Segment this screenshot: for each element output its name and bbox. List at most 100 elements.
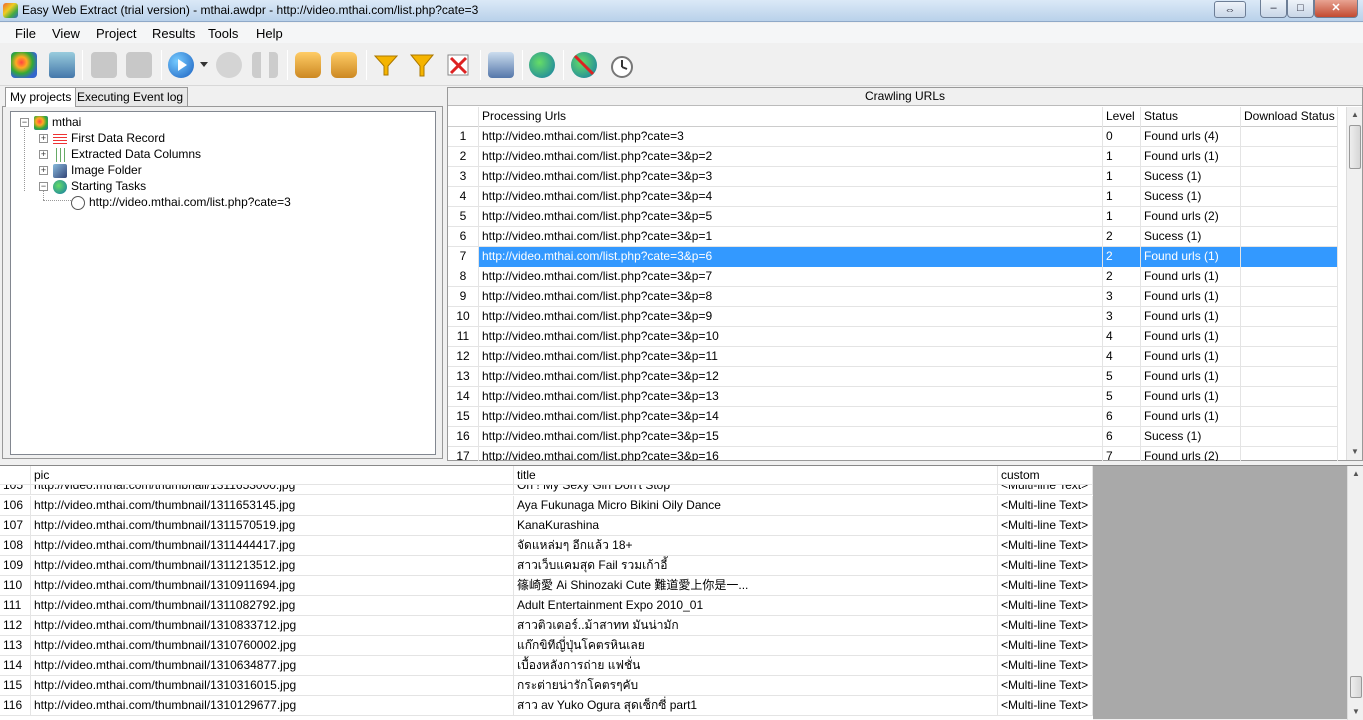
tree-node-task-url[interactable]: http://video.mthai.com/list.php?cate=3 — [71, 194, 291, 210]
collapse-toggle[interactable]: − — [20, 118, 29, 127]
crawl-row[interactable]: 10 http://video.mthai.com/list.php?cate=3… — [448, 307, 1338, 327]
cell-pic[interactable]: http://video.mthai.com/thumbnail/1311082… — [31, 596, 514, 615]
cell-level[interactable]: 1 — [1103, 147, 1141, 167]
cell-url[interactable]: http://video.mthai.com/list.php?cate=3&p… — [479, 307, 1103, 327]
cell-level[interactable]: 4 — [1103, 327, 1141, 347]
scroll-up-arrow[interactable]: ▲ — [1348, 466, 1363, 482]
row-number[interactable]: 114 — [0, 656, 31, 675]
column-header-processing-urls[interactable]: Processing Urls — [479, 107, 1103, 127]
stop-icon[interactable] — [214, 49, 244, 81]
cell-download-status[interactable] — [1241, 267, 1338, 287]
new-project-icon[interactable] — [9, 49, 39, 81]
cell-status[interactable]: Found urls (1) — [1141, 147, 1241, 167]
menu-project[interactable]: Project — [96, 26, 136, 41]
result-row[interactable]: 113 http://video.mthai.com/thumbnail/1310… — [0, 636, 1093, 656]
cell-url[interactable]: http://video.mthai.com/list.php?cate=3&p… — [479, 387, 1103, 407]
cell-level[interactable]: 2 — [1103, 247, 1141, 267]
row-number[interactable]: 6 — [448, 227, 479, 247]
cell-level[interactable]: 5 — [1103, 387, 1141, 407]
cell-level[interactable]: 1 — [1103, 167, 1141, 187]
tree-node-image-folder[interactable]: Image Folder — [53, 162, 142, 178]
cell-download-status[interactable] — [1241, 227, 1338, 247]
cell-download-status[interactable] — [1241, 287, 1338, 307]
tree-node-extracted-data-columns[interactable]: Extracted Data Columns — [53, 146, 201, 162]
cell-status[interactable]: Found urls (1) — [1141, 247, 1241, 267]
crawl-row[interactable]: 1 http://video.mthai.com/list.php?cate=3 0… — [448, 127, 1338, 147]
row-number[interactable]: 108 — [0, 536, 31, 555]
schedule-icon[interactable] — [605, 49, 635, 81]
cell-title[interactable]: แก๊กขิทีญี่ปุ่นโคตรหินเลย — [514, 636, 998, 655]
crawl-row[interactable]: 15 http://video.mthai.com/list.php?cate=3… — [448, 407, 1338, 427]
menu-results[interactable]: Results — [152, 26, 195, 41]
cell-download-status[interactable] — [1241, 187, 1338, 207]
database-import-icon[interactable] — [293, 49, 323, 81]
cell-download-status[interactable] — [1241, 387, 1338, 407]
row-number[interactable]: 1 — [448, 127, 479, 147]
cell-download-status[interactable] — [1241, 427, 1338, 447]
result-row[interactable]: 108 http://video.mthai.com/thumbnail/1311… — [0, 536, 1093, 556]
crawl-row[interactable]: 14 http://video.mthai.com/list.php?cate=3… — [448, 387, 1338, 407]
cell-level[interactable]: 1 — [1103, 207, 1141, 227]
row-number[interactable]: 2 — [448, 147, 479, 167]
crawl-row[interactable]: 12 http://video.mthai.com/list.php?cate=3… — [448, 347, 1338, 367]
cell-title[interactable]: เบื้องหลังการถ่าย แฟชั่น — [514, 656, 998, 675]
close-button[interactable]: ✕ — [1314, 0, 1358, 18]
cell-custom[interactable]: <Multi-line Text> — [998, 676, 1093, 695]
crawl-row[interactable]: 7 http://video.mthai.com/list.php?cate=3&… — [448, 247, 1338, 267]
cell-level[interactable]: 6 — [1103, 427, 1141, 447]
crawl-row[interactable]: 5 http://video.mthai.com/list.php?cate=3&… — [448, 207, 1338, 227]
cell-status[interactable]: Found urls (1) — [1141, 307, 1241, 327]
result-row[interactable]: 109 http://video.mthai.com/thumbnail/1311… — [0, 556, 1093, 576]
filter-list-icon[interactable] — [371, 49, 401, 81]
row-number[interactable]: 4 — [448, 187, 479, 207]
tab-my-projects[interactable]: My projects — [5, 87, 77, 107]
cell-status[interactable]: Sucess (1) — [1141, 167, 1241, 187]
cell-status[interactable]: Found urls (4) — [1141, 127, 1241, 147]
cell-url[interactable]: http://video.mthai.com/list.php?cate=3&p… — [479, 167, 1103, 187]
row-number[interactable]: 16 — [448, 427, 479, 447]
row-number[interactable]: 10 — [448, 307, 479, 327]
row-number[interactable]: 107 — [0, 516, 31, 535]
cell-title[interactable]: Oh ! My Sexy Girl Don't Stop — [514, 485, 998, 494]
scroll-up-arrow[interactable]: ▲ — [1347, 107, 1363, 123]
cell-pic[interactable]: http://video.mthai.com/thumbnail/1311444… — [31, 536, 514, 555]
cell-download-status[interactable] — [1241, 247, 1338, 267]
scroll-thumb[interactable] — [1349, 125, 1361, 169]
cell-pic[interactable]: http://video.mthai.com/thumbnail/1311653… — [31, 485, 514, 494]
cell-custom[interactable]: <Multi-line Text> — [998, 596, 1093, 615]
cell-status[interactable]: Found urls (2) — [1141, 207, 1241, 227]
row-number[interactable]: 111 — [0, 596, 31, 615]
cell-level[interactable]: 6 — [1103, 407, 1141, 427]
cell-pic[interactable]: http://video.mthai.com/thumbnail/1310316… — [31, 676, 514, 695]
cell-custom[interactable]: <Multi-line Text> — [998, 636, 1093, 655]
cell-url[interactable]: http://video.mthai.com/list.php?cate=3&p… — [479, 147, 1103, 167]
column-header-pic[interactable]: pic — [31, 466, 514, 486]
cell-download-status[interactable] — [1241, 147, 1338, 167]
cell-pic[interactable]: http://video.mthai.com/thumbnail/1310129… — [31, 696, 514, 715]
cell-pic[interactable]: http://video.mthai.com/thumbnail/1311213… — [31, 556, 514, 575]
row-number[interactable]: 3 — [448, 167, 479, 187]
row-number[interactable]: 116 — [0, 696, 31, 715]
cell-status[interactable]: Found urls (1) — [1141, 367, 1241, 387]
cell-custom[interactable]: <Multi-line Text> — [998, 485, 1093, 494]
cell-custom[interactable]: <Multi-line Text> — [998, 656, 1093, 675]
cell-status[interactable]: Found urls (1) — [1141, 287, 1241, 307]
cell-pic[interactable]: http://video.mthai.com/thumbnail/1310634… — [31, 656, 514, 675]
result-row[interactable]: 115 http://video.mthai.com/thumbnail/1310… — [0, 676, 1093, 696]
row-number[interactable]: 12 — [448, 347, 479, 367]
cell-level[interactable]: 2 — [1103, 227, 1141, 247]
row-number[interactable]: 7 — [448, 247, 479, 267]
cell-status[interactable]: Found urls (1) — [1141, 347, 1241, 367]
cell-custom[interactable]: <Multi-line Text> — [998, 576, 1093, 595]
cell-pic[interactable]: http://video.mthai.com/thumbnail/1310833… — [31, 616, 514, 635]
cell-title[interactable]: สาวติวเตอร์..ม้าสาทท มันน่ามัก — [514, 616, 998, 635]
crawl-row[interactable]: 9 http://video.mthai.com/list.php?cate=3&… — [448, 287, 1338, 307]
cell-url[interactable]: http://video.mthai.com/list.php?cate=3&p… — [479, 407, 1103, 427]
cell-download-status[interactable] — [1241, 207, 1338, 227]
cell-status[interactable]: Sucess (1) — [1141, 427, 1241, 447]
cell-pic[interactable]: http://video.mthai.com/thumbnail/1311570… — [31, 516, 514, 535]
scroll-down-arrow[interactable]: ▼ — [1347, 444, 1363, 460]
row-number[interactable]: 109 — [0, 556, 31, 575]
cell-status[interactable]: Found urls (1) — [1141, 387, 1241, 407]
cell-title[interactable]: Aya Fukunaga Micro Bikini Oily Dance — [514, 496, 998, 515]
